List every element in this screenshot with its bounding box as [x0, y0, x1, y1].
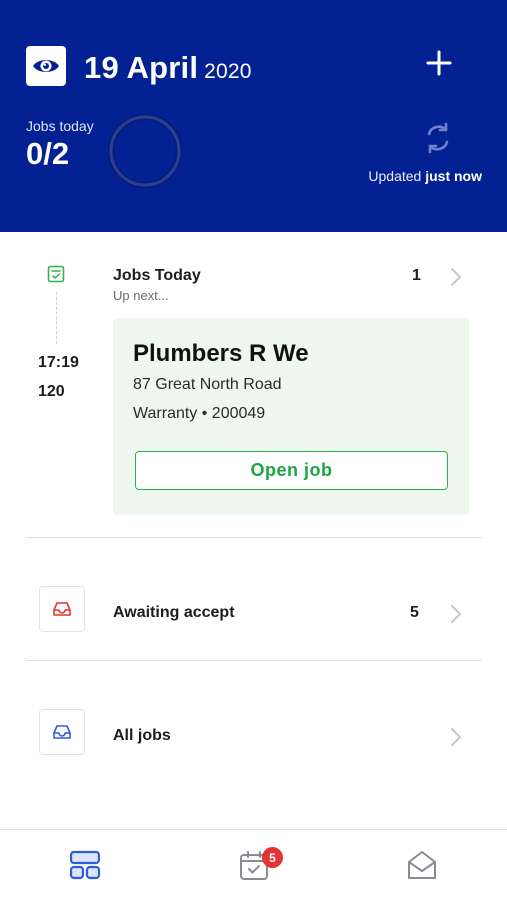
job-type-number: Warranty • 200049	[133, 405, 266, 422]
add-job-button[interactable]	[422, 46, 456, 80]
header-date: 19 April 2020	[84, 50, 252, 86]
next-job-card[interactable]: Plumbers R We 87 Great North Road Warran…	[113, 318, 469, 515]
chevron-right-icon	[451, 728, 461, 746]
job-time: 17:19	[38, 354, 79, 371]
all-jobs-row[interactable]: All jobs	[0, 691, 507, 781]
date-year: 2020	[204, 60, 252, 83]
open-job-button[interactable]: Open job	[135, 451, 448, 490]
bottom-nav: 5	[0, 829, 507, 900]
dashboard-icon	[69, 850, 101, 880]
chevron-right-icon[interactable]	[449, 267, 463, 287]
jobs-today-title[interactable]: Jobs Today	[113, 267, 201, 285]
mail-open-icon	[408, 851, 436, 879]
checklist-icon	[47, 265, 65, 283]
updated-prefix: Updated	[368, 168, 422, 184]
up-next-label: Up next...	[113, 288, 169, 303]
app-logo	[26, 46, 66, 86]
chevron-right-icon	[451, 605, 461, 623]
sync-button[interactable]	[420, 120, 456, 156]
awaiting-icon-box	[39, 586, 85, 632]
divider	[26, 537, 482, 538]
all-jobs-label: All jobs	[113, 727, 171, 744]
jobs-progress-ring	[107, 113, 183, 189]
all-jobs-icon-box	[39, 709, 85, 755]
job-address: 87 Great North Road	[133, 376, 282, 393]
job-duration: 120	[38, 383, 65, 400]
eye-icon	[33, 60, 59, 72]
updated-value: just now	[425, 168, 482, 184]
job-customer-name: Plumbers R We	[133, 340, 309, 367]
timeline-connector	[56, 292, 57, 344]
jobs-today-count-value: 1	[412, 267, 421, 284]
jobs-today-label: Jobs today	[26, 118, 94, 134]
awaiting-accept-count: 5	[410, 604, 419, 621]
updated-status: Updated just now	[368, 168, 482, 184]
awaiting-accept-label: Awaiting accept	[113, 604, 235, 621]
inbox-icon	[53, 725, 71, 739]
nav-inbox[interactable]	[405, 848, 441, 884]
nav-dashboard[interactable]	[68, 848, 104, 884]
app-header: 19 April 2020 Jobs today 0/2 Updated just…	[0, 0, 507, 232]
sync-icon	[427, 122, 449, 154]
awaiting-accept-row[interactable]: Awaiting accept 5	[0, 568, 507, 658]
inbox-icon	[53, 602, 71, 616]
plus-icon	[426, 50, 452, 76]
divider	[26, 660, 482, 661]
jobs-today-count: 0/2	[26, 136, 70, 171]
date-day: 19 April	[84, 50, 199, 85]
calendar-badge: 5	[262, 847, 283, 868]
